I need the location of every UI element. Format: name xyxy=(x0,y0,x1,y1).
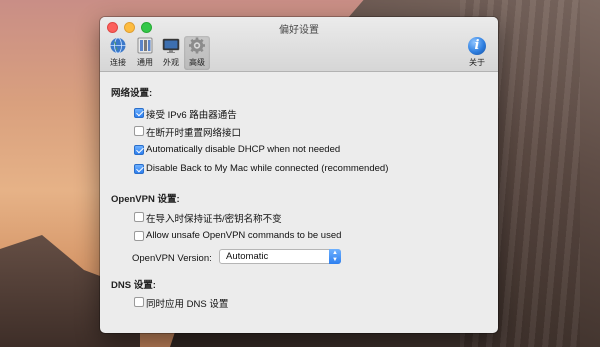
minimize-button[interactable] xyxy=(124,22,135,33)
toolbar: 偏好设置 连接 通用 外观 高级 i 关于 xyxy=(100,17,498,72)
gear-icon xyxy=(189,37,205,54)
info-icon: i xyxy=(468,37,486,55)
option-label: 在导入时保持证书/密钥名称不变 xyxy=(146,214,282,225)
updown-arrows-icon: ▲ ▼ xyxy=(329,249,341,264)
about-label: 关于 xyxy=(469,58,485,67)
option-label: 接受 IPv6 路由器通告 xyxy=(146,110,237,121)
window-title: 偏好设置 xyxy=(279,25,319,36)
close-button[interactable] xyxy=(107,22,118,33)
network-settings-heading: 网络设置: xyxy=(111,88,153,99)
option-label: Disable Back to My Mac while connected (… xyxy=(146,163,389,174)
option-label: Allow unsafe OpenVPN commands to be used xyxy=(146,230,342,241)
openvpn-version-value: Automatic xyxy=(226,251,269,262)
checkbox[interactable] xyxy=(134,297,144,307)
preferences-window: 偏好设置 连接 通用 外观 高级 i 关于 网络设置: 接受 IPv6 路由器通… xyxy=(100,17,498,333)
openvpn-version-label: OpenVPN Version: xyxy=(132,253,212,264)
openvpn-version-select[interactable]: Automatic ▲ ▼ xyxy=(219,249,341,264)
checkbox[interactable] xyxy=(134,145,144,155)
option-label: 同时应用 DNS 设置 xyxy=(146,299,229,310)
globe-connect-icon xyxy=(110,37,126,54)
checkbox[interactable] xyxy=(134,231,144,241)
about-button[interactable]: i 关于 xyxy=(466,36,488,70)
checkbox[interactable] xyxy=(134,108,144,118)
general-switch-icon xyxy=(137,37,153,54)
dns-settings-heading: DNS 设置: xyxy=(111,280,156,291)
maximize-button[interactable] xyxy=(141,22,152,33)
openvpn-settings-heading: OpenVPN 设置: xyxy=(111,194,180,205)
checkbox[interactable] xyxy=(134,164,144,174)
monitor-appearance-icon xyxy=(162,38,180,53)
option-label: 在断开时重置网络接口 xyxy=(146,128,242,139)
tab-advanced[interactable]: 高级 xyxy=(184,36,210,70)
option-label: Automatically disable DHCP when not need… xyxy=(146,144,341,155)
tab-advanced-label: 高级 xyxy=(189,58,205,67)
checkbox[interactable] xyxy=(134,212,144,222)
checkbox[interactable] xyxy=(134,126,144,136)
